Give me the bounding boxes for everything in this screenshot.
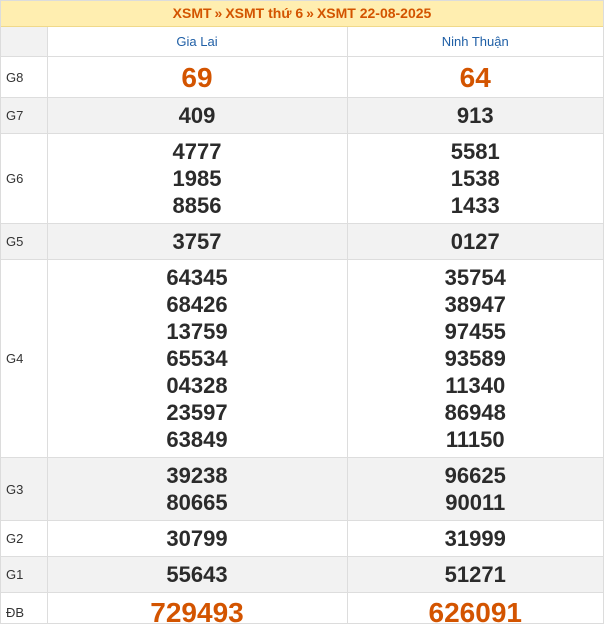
prize-label: G7	[1, 97, 48, 134]
prize-cell: 64345 68426 13759 65534 04328 23597 63849	[46, 259, 348, 458]
prize-number: 13759	[166, 319, 228, 344]
prize-number: 1985	[172, 166, 222, 191]
prize-number: 69	[181, 61, 213, 93]
breadcrumb-xsmt-thu-6[interactable]: XSMT thứ 6	[225, 5, 303, 21]
prize-row: G5 3757 0127	[1, 223, 603, 260]
prize-number: 68426	[166, 292, 228, 317]
prize-row: G4 64345 68426 13759 65534 04328 23597 63849 357…	[1, 259, 603, 458]
prize-cell: 64	[346, 56, 603, 98]
prize-label: G3	[1, 457, 48, 521]
prize-number: 86948	[444, 400, 506, 425]
prize-number: 1538	[450, 166, 500, 191]
prize-cell: 4777 1985 8856	[46, 133, 348, 224]
prize-cell: 626091	[346, 592, 603, 624]
prize-number: 93589	[444, 346, 506, 371]
prize-number: 64345	[166, 265, 228, 290]
results-table: Gia Lai Ninh Thuận G8 69 64 G7 409 913 G6 4777 1…	[1, 27, 603, 624]
prize-label: G1	[1, 556, 48, 593]
prize-cell: 96625 90011	[346, 457, 603, 521]
prize-cell: 30799	[46, 520, 348, 557]
prize-number: 90011	[445, 490, 506, 515]
prize-number: 39238	[166, 463, 228, 488]
prize-cell: 409	[46, 97, 348, 134]
prize-number: 04328	[166, 373, 228, 398]
prize-number: 97455	[444, 319, 506, 344]
prize-label: G4	[1, 259, 48, 458]
prize-number: 626091	[428, 596, 522, 624]
prize-number: 913	[456, 103, 494, 128]
prize-number: 1433	[450, 193, 500, 218]
breadcrumb-separator: »	[214, 5, 223, 21]
breadcrumb: XSMT» XSMT thứ 6» XSMT 22-08-2025	[1, 1, 603, 27]
prize-label: ĐB	[1, 592, 48, 623]
prize-number: 30799	[166, 526, 228, 551]
prize-number: 38947	[444, 292, 506, 317]
prize-cell: 3757	[46, 223, 348, 260]
prize-number: 3757	[172, 229, 222, 254]
prize-number: 31999	[444, 526, 506, 551]
prize-number: 80665	[166, 490, 228, 515]
prize-number: 96625	[444, 463, 506, 488]
province-gia-lai[interactable]: Gia Lai	[46, 27, 348, 57]
prize-cell: 31999	[346, 520, 603, 557]
prize-label: G6	[1, 133, 48, 224]
prize-row: G7 409 913	[1, 97, 603, 134]
prize-number: 11340	[445, 373, 506, 398]
prize-label: G8	[1, 56, 48, 98]
breadcrumb-separator: »	[306, 5, 314, 21]
prize-label: G5	[1, 223, 48, 260]
prize-cell: 35754 38947 97455 93589 11340 86948 11150	[346, 259, 603, 458]
prize-cell: 5581 1538 1433	[346, 133, 603, 224]
prize-number: 35754	[444, 265, 506, 290]
prize-number: 4777	[172, 139, 222, 164]
prize-number: 55643	[166, 562, 228, 587]
prize-number: 51271	[444, 562, 506, 587]
prize-cell: 55643	[46, 556, 348, 593]
prize-number: 8856	[172, 193, 222, 218]
prize-cell: 39238 80665	[46, 457, 348, 521]
prize-number: 5581	[450, 139, 500, 164]
prize-row: G2 30799 31999	[1, 520, 603, 557]
prize-number: 409	[178, 103, 216, 128]
prize-row: G1 55643 51271	[1, 556, 603, 593]
prize-number: 729493	[150, 596, 244, 624]
prize-row: G6 4777 1985 8856 5581 1538 1433	[1, 133, 603, 224]
prize-cell: 0127	[346, 223, 603, 260]
prize-cell: 51271	[346, 556, 603, 593]
prize-row: G3 39238 80665 96625 90011	[1, 457, 603, 521]
province-header-row: Gia Lai Ninh Thuận	[1, 27, 603, 57]
prize-number: 11150	[445, 427, 505, 452]
prize-row: ĐB 729493 626091	[1, 592, 603, 624]
prize-number: 63849	[166, 427, 228, 452]
prize-cell: 913	[346, 97, 603, 134]
prize-number: 0127	[450, 229, 500, 254]
prize-number: 64	[459, 61, 491, 93]
results-panel: XSMT» XSMT thứ 6» XSMT 22-08-2025 Gia Lai …	[0, 0, 604, 624]
prize-number: 23597	[166, 400, 228, 425]
province-ninh-thuan[interactable]: Ninh Thuận	[346, 27, 603, 57]
prize-cell: 69	[46, 56, 348, 98]
prize-number: 65534	[166, 346, 228, 371]
prize-cell: 729493	[46, 592, 348, 624]
breadcrumb-xsmt-date[interactable]: XSMT 22-08-2025	[317, 5, 431, 21]
prize-row: G8 69 64	[1, 56, 603, 98]
breadcrumb-xsmt[interactable]: XSMT	[173, 5, 212, 21]
prize-label: G2	[1, 520, 48, 557]
corner-cell	[1, 27, 48, 57]
